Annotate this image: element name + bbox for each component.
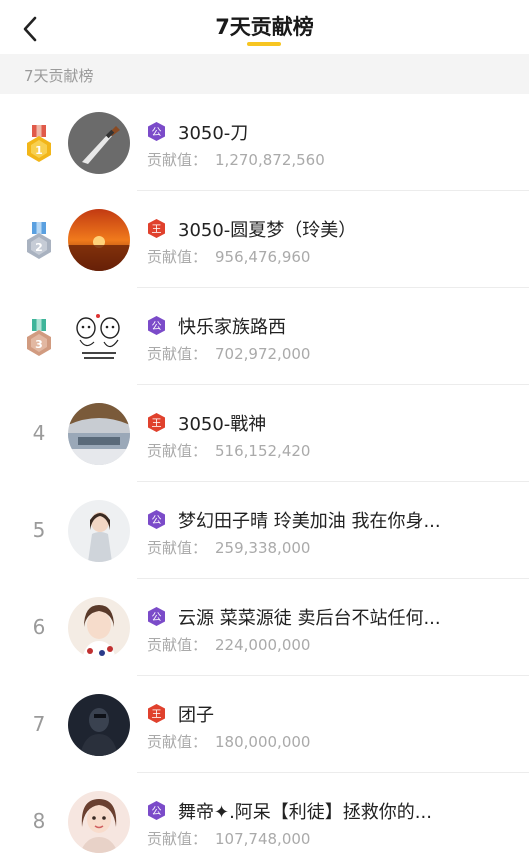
contribution-value: 956,476,960: [215, 248, 311, 266]
svg-text:公: 公: [152, 322, 162, 333]
leaderboard-row[interactable]: 7 王 团子 贡献值： 180,000,000: [0, 676, 529, 773]
contribution: 贡献值： 107,748,000: [147, 830, 311, 848]
user-name[interactable]: 团子: [178, 701, 214, 727]
user-name[interactable]: 3050-戰神: [178, 410, 266, 436]
leaderboard-row[interactable]: 5 公 梦幻田子晴 玲美加油 我在你身... 贡献值： 259,338,000: [0, 482, 529, 579]
level-badge-icon: 公: [147, 315, 166, 336]
contribution-value: 702,972,000: [215, 345, 311, 363]
avatar[interactable]: [68, 306, 130, 368]
leaderboard-row[interactable]: 3 公 快乐家族路西 贡献值： 702,972,000: [0, 288, 529, 385]
svg-text:公: 公: [152, 807, 162, 818]
avatar[interactable]: [68, 112, 130, 174]
contribution: 贡献值： 224,000,000: [147, 636, 311, 654]
avatar[interactable]: [68, 403, 130, 465]
svg-text:公: 公: [152, 613, 162, 624]
section-label: 7天贡献榜: [24, 67, 94, 85]
avatar[interactable]: [68, 694, 130, 756]
contribution: 贡献值： 516,152,420: [147, 442, 311, 460]
svg-text:王: 王: [152, 225, 162, 236]
contribution: 贡献值： 702,972,000: [147, 345, 311, 363]
contribution-value: 259,338,000: [215, 539, 311, 557]
top-nav-bar: 7天贡献榜: [0, 0, 529, 54]
svg-text:2: 2: [35, 241, 43, 254]
user-name[interactable]: 3050-刀: [178, 119, 248, 145]
medal-gold-icon: 1: [22, 124, 56, 164]
leaderboard-list: 1 公 3050-刀 贡献值： 1,270,872,560 2 王 3050-圆…: [0, 94, 529, 860]
level-badge-icon: 公: [147, 509, 166, 530]
user-name[interactable]: 快乐家族路西: [178, 313, 286, 339]
contribution: 贡献值： 259,338,000: [147, 539, 311, 557]
svg-text:王: 王: [152, 419, 162, 430]
leaderboard-row[interactable]: 4 王 3050-戰神 贡献值： 516,152,420: [0, 385, 529, 482]
rank-number: 6: [32, 615, 46, 639]
contribution: 贡献值： 956,476,960: [147, 248, 311, 266]
rank-number: 8: [32, 809, 46, 833]
contribution-value: 180,000,000: [215, 733, 311, 751]
contribution: 贡献值： 1,270,872,560: [147, 151, 325, 169]
leaderboard-row[interactable]: 1 公 3050-刀 贡献值： 1,270,872,560: [0, 94, 529, 191]
level-badge-icon: 公: [147, 800, 166, 821]
contribution-value: 107,748,000: [215, 830, 311, 848]
rank-number: 4: [32, 421, 46, 445]
level-badge-icon: 王: [147, 218, 166, 239]
title-underline: [247, 42, 281, 46]
leaderboard-row[interactable]: 8 公 舞帝✦.阿呆【利徒】拯救你的... 贡献值： 107,748,000: [0, 773, 529, 860]
avatar[interactable]: [68, 500, 130, 562]
contribution: 贡献值： 180,000,000: [147, 733, 311, 751]
user-name[interactable]: 3050-圆夏梦（玲美）: [178, 216, 356, 242]
user-name[interactable]: 梦幻田子晴 玲美加油 我在你身...: [178, 507, 441, 533]
svg-text:公: 公: [152, 128, 162, 139]
section-header: 7天贡献榜: [0, 54, 529, 94]
contribution-value: 516,152,420: [215, 442, 311, 460]
contribution-value: 1,270,872,560: [215, 151, 325, 169]
rank-number: 5: [32, 518, 46, 542]
avatar[interactable]: [68, 597, 130, 659]
level-badge-icon: 公: [147, 606, 166, 627]
avatar[interactable]: [68, 209, 130, 271]
svg-text:公: 公: [152, 516, 162, 527]
svg-text:3: 3: [35, 338, 43, 351]
avatar[interactable]: [68, 791, 130, 853]
level-badge-icon: 公: [147, 121, 166, 142]
rank-number: 7: [32, 712, 46, 736]
contribution-value: 224,000,000: [215, 636, 311, 654]
level-badge-icon: 王: [147, 703, 166, 724]
medal-bronze-icon: 3: [22, 318, 56, 358]
leaderboard-row[interactable]: 6 公 云源 菜菜源徒 卖后台不站任何... 贡献值： 224,000,000: [0, 579, 529, 676]
page-title: 7天贡献榜: [215, 15, 314, 39]
level-badge-icon: 王: [147, 412, 166, 433]
user-name[interactable]: 云源 菜菜源徒 卖后台不站任何...: [178, 604, 441, 630]
svg-text:王: 王: [152, 710, 162, 721]
user-name[interactable]: 舞帝✦.阿呆【利徒】拯救你的...: [178, 798, 432, 824]
svg-text:1: 1: [35, 144, 43, 157]
medal-silver-icon: 2: [22, 221, 56, 261]
leaderboard-row[interactable]: 2 王 3050-圆夏梦（玲美） 贡献值： 956,476,960: [0, 191, 529, 288]
